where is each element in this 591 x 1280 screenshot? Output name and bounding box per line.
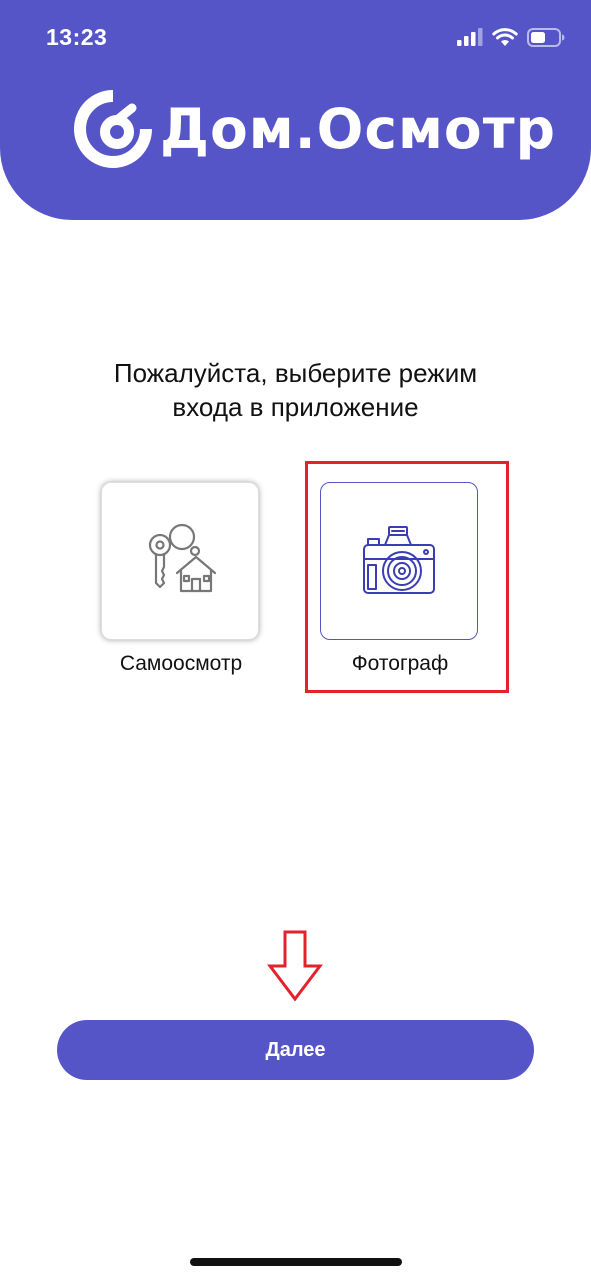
keys-house-icon bbox=[148, 523, 217, 593]
brand-logo: Дом.Осмотр bbox=[72, 84, 556, 174]
option-self-inspection[interactable]: Самоосмотр bbox=[101, 482, 261, 675]
option-card-self-inspection[interactable] bbox=[101, 482, 259, 640]
prompt-line-1: Пожалуйста, выберите режим bbox=[113, 358, 478, 388]
status-time: 13:23 bbox=[46, 24, 108, 50]
annotation-highlight-box bbox=[305, 461, 509, 693]
prompt-line-2: входа в приложение bbox=[172, 392, 419, 422]
next-button[interactable]: Далее bbox=[57, 1020, 534, 1080]
wifi-icon bbox=[492, 27, 518, 46]
option-label-self-inspection: Самоосмотр bbox=[119, 652, 243, 675]
app-header: 13:23 Дом.Осмотр bbox=[0, 0, 591, 220]
battery-icon bbox=[527, 27, 565, 47]
home-indicator[interactable] bbox=[190, 1258, 402, 1266]
signal-icon bbox=[457, 28, 483, 46]
down-arrow-icon bbox=[267, 930, 323, 1002]
brand-name: Дом.Осмотр bbox=[160, 97, 556, 161]
status-icons bbox=[457, 24, 565, 50]
brand-logo-icon bbox=[74, 89, 153, 168]
mode-prompt: Пожалуйста, выберите режим входа в прило… bbox=[0, 356, 591, 424]
